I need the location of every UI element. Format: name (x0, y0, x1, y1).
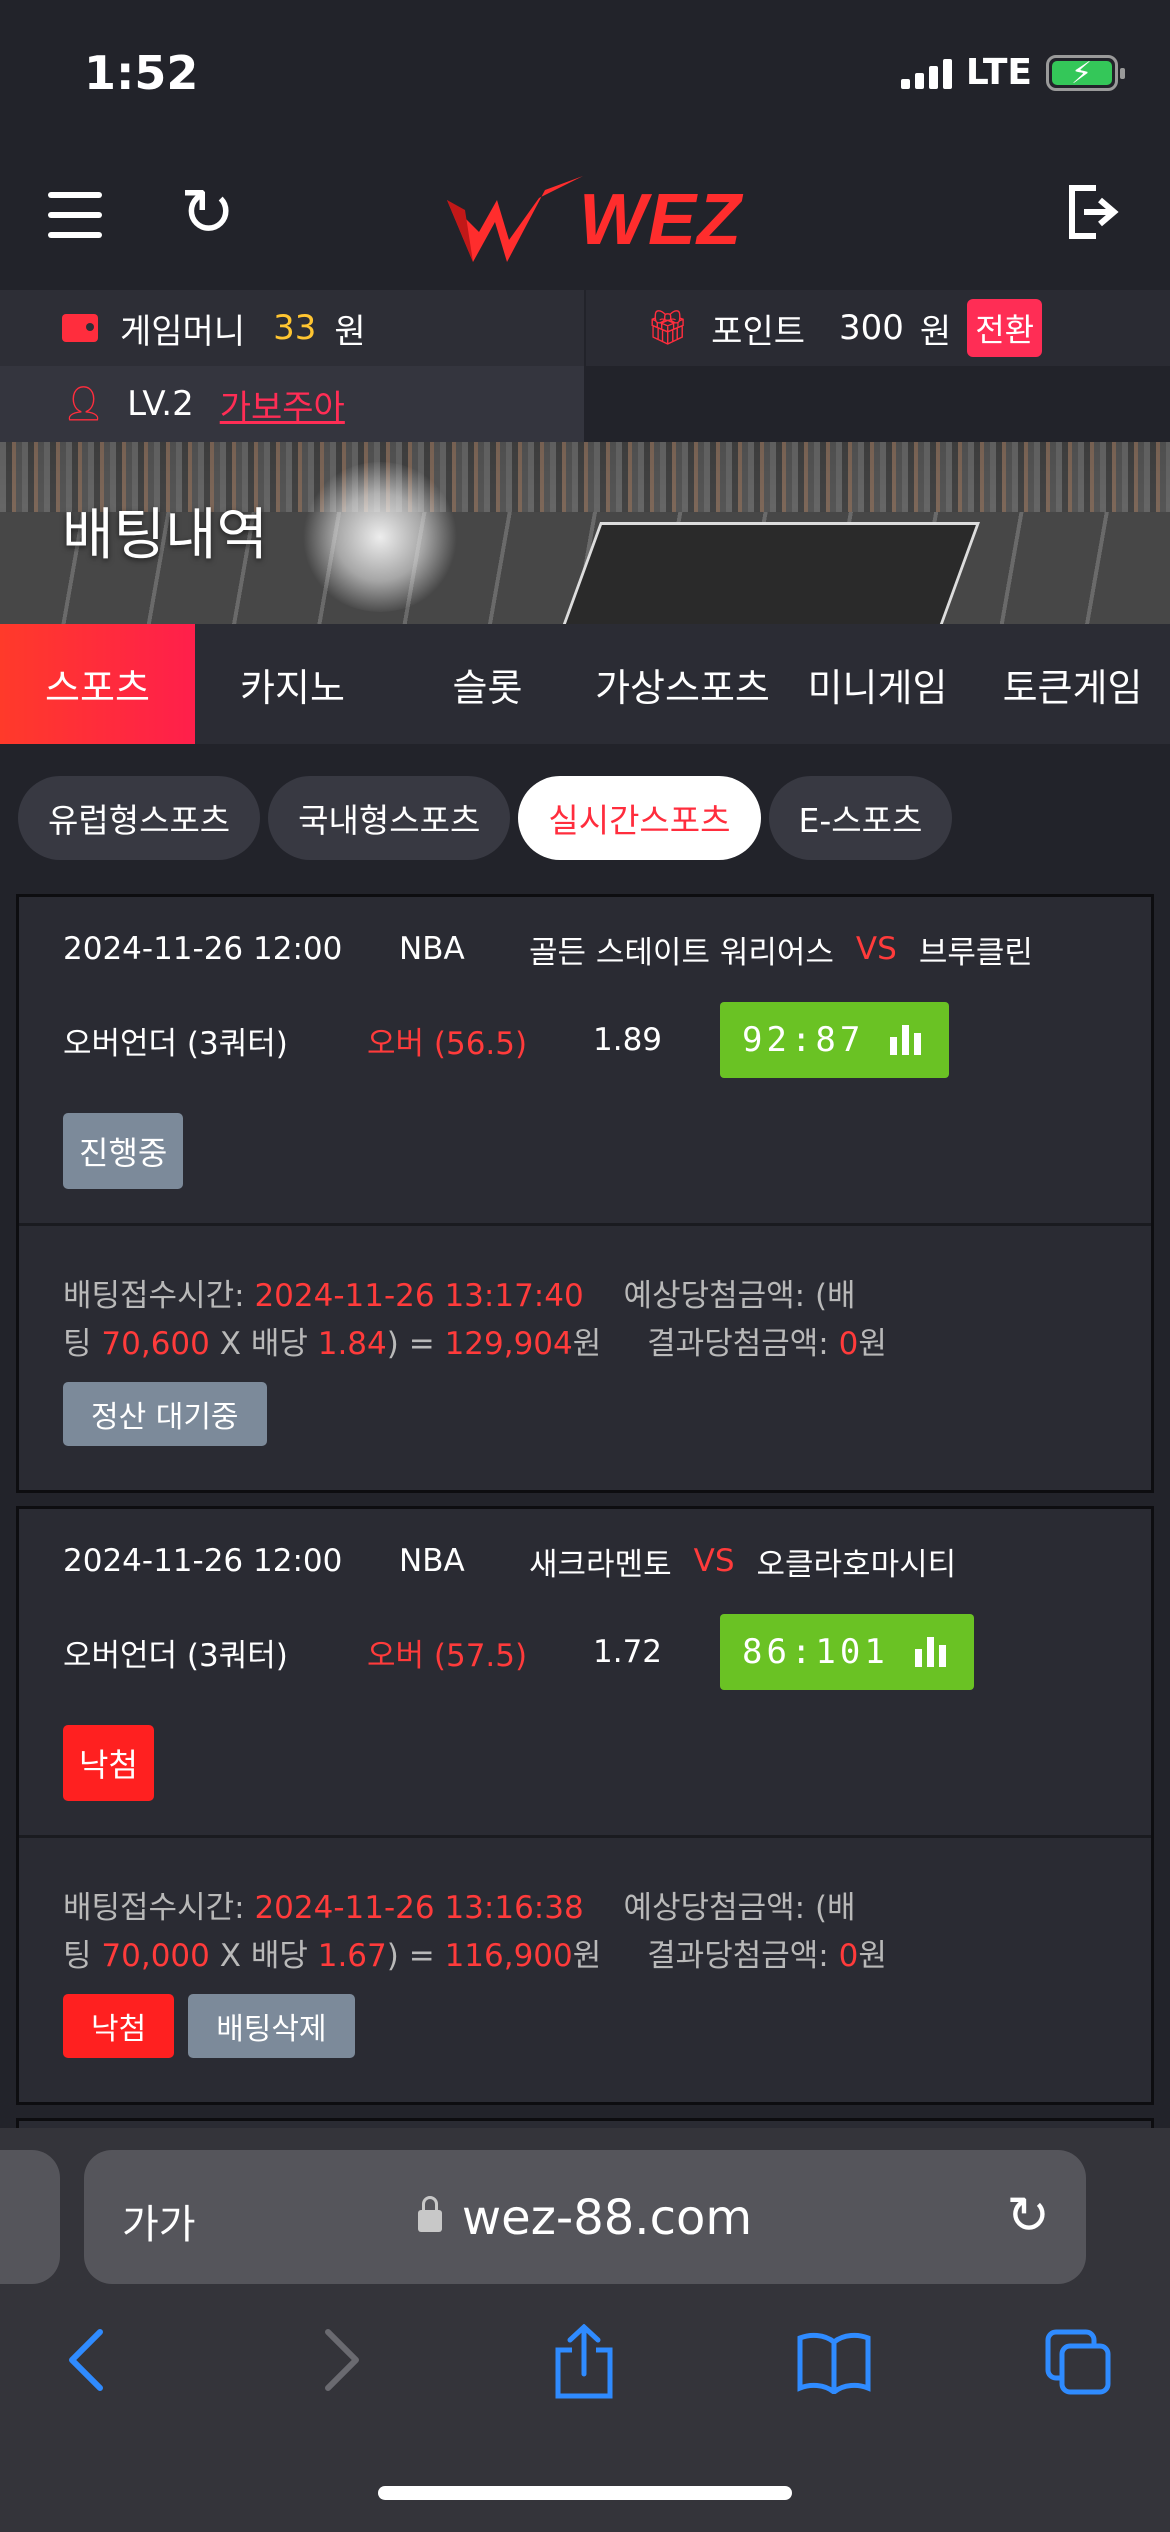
stake: 70,600 (101, 1326, 210, 1362)
address-bar[interactable]: 가가 wez-88.com ↻ (84, 2150, 1086, 2284)
match-row: 2024-11-26 12:00 NBA 새크라멘토 VS 오클라호마시티 (63, 1509, 1107, 1613)
bet-info-line-2: 팅 70,000 X 배당 1.67) = 116,900원 결과당첨금액: 0… (63, 1938, 887, 1974)
league: NBA (399, 931, 465, 967)
away-team: 브루클린 (918, 934, 1033, 971)
status-badge: 낙첨 (63, 1725, 154, 1801)
status-badge: 진행중 (63, 1113, 184, 1189)
match-datetime: 2024-11-26 12:00 (63, 1543, 343, 1579)
delete-bet-button[interactable]: 배팅삭제 (188, 1994, 355, 2058)
stake: 70,000 (101, 1938, 210, 1974)
expected-amount: 129,904 (444, 1326, 573, 1362)
cellular-signal-icon (900, 57, 952, 89)
refresh-icon[interactable]: ↻ (180, 180, 235, 246)
gift-icon: 🎁︎ (646, 308, 690, 348)
logo-mark-icon (447, 176, 583, 262)
bet-info-line-1: 배팅접수시간: 2024-11-26 13:17:40 예상당첨금액: (배 (63, 1278, 856, 1314)
pick: 오버 (56.5) (367, 1025, 528, 1062)
bet-card: 2024-11-26 12:00 NBA 골든 스테이트 워리어스 VS 브루클… (16, 894, 1154, 1493)
forward-icon[interactable] (322, 2328, 362, 2403)
user-level: 👤︎ LV.2 가보주아 (0, 366, 584, 442)
pick: 오버 (57.5) (367, 1637, 528, 1674)
vs-label: VS (693, 1543, 735, 1579)
home-team: 새크라멘토 (529, 1546, 672, 1583)
result-amount: 0 (838, 1938, 859, 1974)
tab-sports[interactable]: 스포츠 (0, 624, 195, 744)
user-info-panel: 게임머니 33 원 🎁︎ 포인트 300 원 전환 👤︎ LV.2 가보주아 (0, 290, 1170, 442)
bet-info-line-2: 팅 70,600 X 배당 1.84) = 129,904원 결과당첨금액: 0… (63, 1326, 887, 1362)
lock-icon (417, 2196, 442, 2232)
subtab-live-sports[interactable]: 실시간스포츠 (518, 776, 761, 860)
tab-token-game[interactable]: 토큰게임 (975, 624, 1170, 744)
page-title: 배팅내역 (62, 503, 269, 568)
expected-amount: 116,900 (444, 1938, 573, 1974)
logo[interactable]: WEZ (445, 170, 742, 270)
tab-virtual-sports[interactable]: 가상스포츠 (585, 624, 780, 744)
home-indicator (378, 2486, 792, 2500)
result-amount: 0 (838, 1326, 859, 1362)
league: NBA (399, 1543, 465, 1579)
network-type: LTE (965, 52, 1032, 93)
menu-icon[interactable] (48, 192, 102, 238)
market-type: 오버언더 (3쿼터) (63, 1637, 288, 1674)
wallet-icon (62, 314, 98, 342)
point-value: 300 (839, 308, 904, 348)
game-money: 게임머니 33 원 (0, 290, 584, 366)
tab-casino[interactable]: 카지노 (195, 624, 390, 744)
bar-chart-icon (890, 1025, 922, 1055)
share-icon[interactable] (552, 2323, 616, 2411)
home-team: 골든 스테이트 워리어스 (529, 934, 834, 971)
bet-odds: 1.84 (317, 1326, 387, 1362)
tabs-icon[interactable] (1044, 2328, 1112, 2407)
match-datetime: 2024-11-26 12:00 (63, 931, 343, 967)
bet-odds: 1.67 (317, 1938, 387, 1974)
match-row: 2024-11-26 12:00 NBA 골든 스테이트 워리어스 VS 브루클… (63, 897, 1107, 1001)
category-tabs: 스포츠 카지노 슬롯 가상스포츠 미니게임 토큰게임 (0, 624, 1170, 744)
bet-info-line-1: 배팅접수시간: 2024-11-26 13:16:38 예상당첨금액: (배 (63, 1890, 856, 1926)
page-banner: 배팅내역 (0, 442, 1170, 624)
browser-toolbar: 가가 wez-88.com ↻ (0, 2128, 1170, 2532)
url-text: wez-88.com (461, 2190, 753, 2246)
user-icon: 👤︎ (62, 384, 106, 424)
level-label: LV.2 (127, 384, 194, 424)
convert-button[interactable]: 전환 (967, 299, 1043, 357)
away-team: 오클라호마시티 (756, 1546, 957, 1583)
back-icon[interactable] (66, 2328, 106, 2403)
reload-icon[interactable]: ↻ (1006, 2186, 1050, 2246)
subtab-esports[interactable]: E-스포츠 (768, 776, 953, 860)
pick-row: 오버언더 (3쿼터) 오버 (56.5) 1.89 92:87 (63, 1001, 1107, 1079)
logout-icon[interactable] (1066, 182, 1122, 246)
bar-chart-icon (914, 1637, 946, 1667)
subtab-domestic-sports[interactable]: 국내형스포츠 (268, 776, 511, 860)
vs-label: VS (855, 931, 897, 967)
status-bar: 1:52 LTE ⚡ (0, 0, 1170, 150)
tab-slot[interactable]: 슬롯 (390, 624, 585, 744)
bookmarks-icon[interactable] (796, 2330, 872, 2405)
bet-time: 2024-11-26 13:16:38 (254, 1890, 584, 1926)
money-value: 33 (273, 308, 317, 348)
pick-row: 오버언더 (3쿼터) 오버 (57.5) 1.72 86:101 (63, 1613, 1107, 1691)
bet-card: 2024-11-26 12:00 NBA 새크라멘토 VS 오클라호마시티 오버… (16, 1506, 1154, 2105)
sports-type-tabs: 유럽형스포츠 국내형스포츠 실시간스포츠 E-스포츠 (18, 776, 953, 860)
previous-tab[interactable] (0, 2150, 60, 2284)
nickname-link[interactable]: 가보주아 (220, 380, 345, 429)
clock: 1:52 (84, 46, 199, 100)
site-header: ↻ WEZ (0, 150, 1170, 290)
battery-icon: ⚡ (1046, 54, 1125, 91)
bet-time: 2024-11-26 13:17:40 (254, 1278, 584, 1314)
settlement-pending-button[interactable]: 정산 대기중 (63, 1382, 267, 1446)
odds: 1.72 (593, 1634, 663, 1670)
lost-button[interactable]: 낙첨 (63, 1994, 175, 2058)
subtab-european-sports[interactable]: 유럽형스포츠 (18, 776, 261, 860)
odds: 1.89 (593, 1022, 663, 1058)
live-score-button[interactable]: 92:87 (720, 1002, 950, 1078)
tab-minigame[interactable]: 미니게임 (780, 624, 975, 744)
market-type: 오버언더 (3쿼터) (63, 1025, 288, 1062)
points: 🎁︎ 포인트 300 원 전환 (586, 290, 1170, 366)
live-score-button[interactable]: 86:101 (720, 1614, 974, 1690)
